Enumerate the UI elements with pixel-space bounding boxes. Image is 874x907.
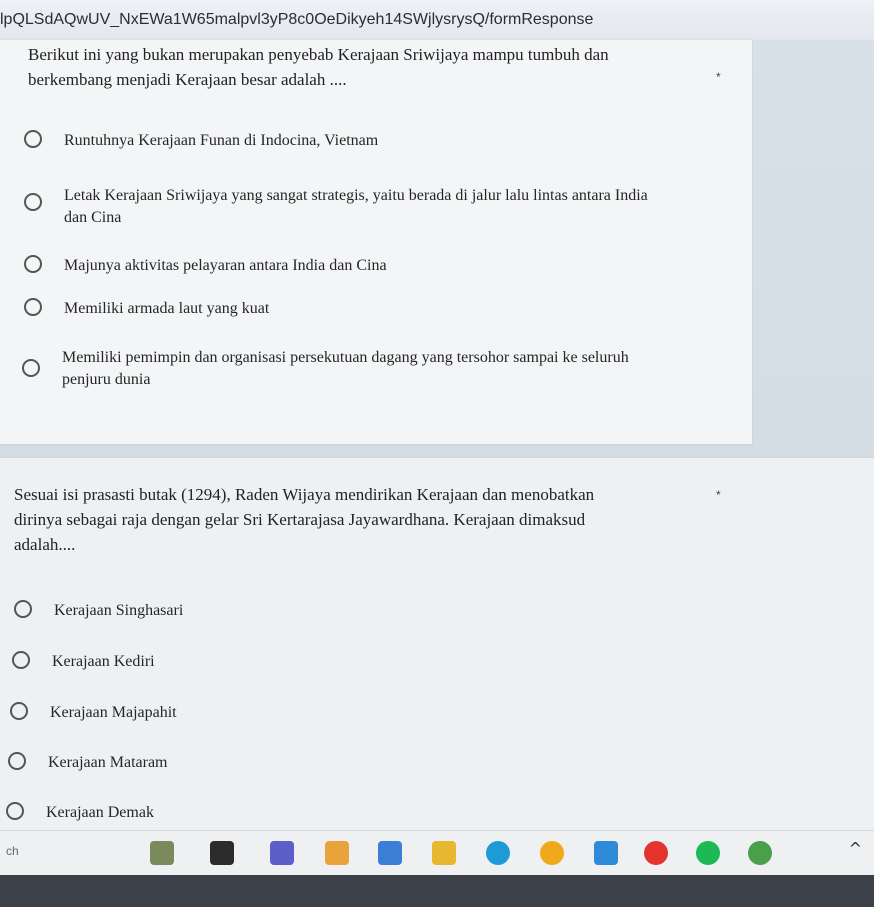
task-view-icon[interactable]: [210, 841, 234, 865]
question-2-title-line-3: adalah....: [14, 535, 76, 554]
radio-button[interactable]: [10, 702, 28, 720]
option-label-line-1: Kerajaan Kediri: [52, 653, 155, 670]
chrome-canary-icon[interactable]: [540, 841, 564, 865]
edge-icon[interactable]: [486, 841, 510, 865]
option-label: Majunya aktivitas pelayaran antara India…: [64, 255, 387, 277]
option-label-line-1: Memiliki pemimpin dan organisasi perseku…: [62, 349, 629, 366]
paint-icon[interactable]: [325, 841, 349, 865]
question-1-title: Berikut ini yang bukan merupakan penyeba…: [28, 42, 718, 92]
radio-button[interactable]: [24, 298, 42, 316]
question-2-option-5[interactable]: Kerajaan Demak: [6, 802, 154, 824]
radio-button[interactable]: [8, 752, 26, 770]
question-1-option-2[interactable]: Letak Kerajaan Sriwijaya yang sangat str…: [24, 185, 648, 229]
option-label: Memiliki pemimpin dan organisasi perseku…: [62, 347, 629, 391]
radio-button[interactable]: [14, 600, 32, 618]
option-label: Memiliki armada laut yang kuat: [64, 298, 269, 320]
url-text: lpQLSdAQwUV_NxEWa1W65malpvl3yP8c0OeDikye…: [0, 11, 594, 28]
question-2-option-3[interactable]: Kerajaan Majapahit: [10, 702, 177, 724]
question-2-title: Sesuai isi prasasti butak (1294), Raden …: [14, 482, 704, 557]
question-2-option-2[interactable]: Kerajaan Kediri: [12, 651, 155, 673]
address-bar[interactable]: lpQLSdAQwUV_NxEWa1W65malpvl3yP8c0OeDikye…: [0, 0, 874, 40]
opera-icon[interactable]: [644, 841, 668, 865]
store-icon[interactable]: [378, 841, 402, 865]
question-2-option-1[interactable]: Kerajaan Singhasari: [14, 600, 183, 622]
screen-bezel: [0, 875, 874, 907]
question-1-option-1[interactable]: Runtuhnya Kerajaan Funan di Indocina, Vi…: [24, 130, 378, 152]
radio-button[interactable]: [6, 802, 24, 820]
question-card-1: Berikut ini yang bukan merupakan penyeba…: [0, 40, 752, 444]
file-explorer-icon[interactable]: [432, 841, 456, 865]
option-label: Kerajaan Mataram: [48, 752, 167, 774]
required-mark: *: [716, 488, 721, 502]
option-label-line-2: dan Cina: [64, 209, 122, 226]
radio-button[interactable]: [24, 130, 42, 148]
option-label-line-1: Majunya aktivitas pelayaran antara India…: [64, 257, 387, 274]
chevron-up-icon[interactable]: ^: [849, 839, 862, 858]
question-2-title-line-2: dirinya sebagai raja dengan gelar Sri Ke…: [14, 510, 586, 529]
option-label-line-1: Kerajaan Singhasari: [54, 602, 184, 619]
question-1-title-line-1: Berikut ini yang bukan merupakan penyeba…: [28, 45, 609, 64]
question-2-option-4[interactable]: Kerajaan Mataram: [8, 752, 167, 774]
option-label: Kerajaan Demak: [46, 802, 154, 824]
chrome-icon[interactable]: [748, 841, 772, 865]
spotify-icon[interactable]: [696, 841, 720, 865]
option-label: Kerajaan Majapahit: [50, 702, 177, 724]
radio-button[interactable]: [24, 255, 42, 273]
taskbar: ch ^: [0, 830, 874, 876]
option-label-line-1: Letak Kerajaan Sriwijaya yang sangat str…: [64, 187, 648, 204]
option-label: Kerajaan Singhasari: [54, 600, 183, 622]
taskbar-search[interactable]: ch: [6, 844, 19, 858]
radio-button[interactable]: [22, 359, 40, 377]
option-label-line-1: Runtuhnya Kerajaan Funan di Indocina, Vi…: [64, 132, 379, 149]
screen: lpQLSdAQwUV_NxEWa1W65malpvl3yP8c0OeDikye…: [0, 0, 874, 907]
radio-button[interactable]: [12, 651, 30, 669]
question-2-title-line-1: Sesuai isi prasasti butak (1294), Raden …: [14, 485, 595, 504]
question-card-2: Sesuai isi prasasti butak (1294), Raden …: [0, 458, 874, 830]
option-label: Kerajaan Kediri: [52, 651, 155, 673]
question-1-option-4[interactable]: Memiliki armada laut yang kuat: [24, 298, 269, 320]
question-1-title-line-2: berkembang menjadi Kerajaan besar adalah…: [28, 70, 347, 89]
question-1-option-5[interactable]: Memiliki pemimpin dan organisasi perseku…: [22, 347, 629, 391]
question-1-option-3[interactable]: Majunya aktivitas pelayaran antara India…: [24, 255, 387, 277]
required-mark: *: [716, 70, 721, 84]
option-label-line-1: Kerajaan Demak: [46, 804, 154, 821]
option-label: Runtuhnya Kerajaan Funan di Indocina, Vi…: [64, 130, 378, 152]
option-label: Letak Kerajaan Sriwijaya yang sangat str…: [64, 185, 648, 229]
teams-icon[interactable]: [270, 841, 294, 865]
option-label-line-1: Memiliki armada laut yang kuat: [64, 300, 270, 317]
option-label-line-1: Kerajaan Majapahit: [50, 704, 177, 721]
widgets-icon[interactable]: [150, 841, 174, 865]
option-label-line-2: penjuru dunia: [62, 371, 151, 388]
option-label-line-1: Kerajaan Mataram: [48, 754, 168, 771]
app-icon[interactable]: [594, 841, 618, 865]
radio-button[interactable]: [24, 193, 42, 211]
